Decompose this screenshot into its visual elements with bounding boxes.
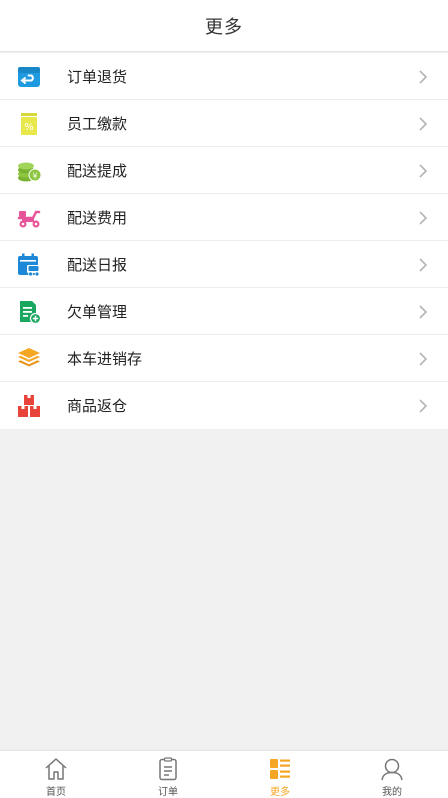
- tab-orders[interactable]: 订单: [112, 751, 224, 798]
- menu-item-label: 商品返仓: [67, 397, 128, 415]
- coins-icon: ¥: [16, 158, 42, 184]
- tab-mine[interactable]: 我的: [336, 751, 448, 798]
- menu-item-delivery-daily[interactable]: 配送日报: [0, 241, 448, 288]
- tab-label: 首页: [46, 787, 66, 798]
- chevron-right-icon: [419, 211, 428, 225]
- tab-label: 更多: [270, 787, 290, 798]
- menu-item-employee-payment[interactable]: % 员工缴款: [0, 100, 448, 147]
- order-return-icon: [16, 64, 42, 90]
- tab-home[interactable]: 首页: [0, 751, 112, 798]
- menu-item-delivery-commission[interactable]: ¥ 配送提成: [0, 147, 448, 194]
- svg-text:¥: ¥: [32, 172, 37, 181]
- scooter-icon: [16, 205, 42, 231]
- tab-more[interactable]: 更多: [224, 751, 336, 798]
- menu-item-goods-return-warehouse[interactable]: 商品返仓: [0, 382, 448, 429]
- menu-item-label: 员工缴款: [67, 114, 128, 133]
- menu-item-label: 订单退货: [67, 67, 128, 86]
- chevron-right-icon: [419, 352, 428, 366]
- menu-item-label: 欠单管理: [67, 302, 128, 321]
- document-add-icon: [16, 299, 42, 325]
- user-icon: [381, 758, 403, 781]
- chevron-right-icon: [419, 305, 428, 319]
- menu-item-label: 配送费用: [67, 208, 128, 227]
- home-icon: [45, 758, 67, 780]
- chevron-right-icon: [419, 399, 428, 413]
- bottom-tab-bar: 首页 订单 更多 我的: [0, 750, 448, 798]
- chevron-right-icon: [419, 164, 428, 178]
- boxes-icon: [16, 393, 42, 419]
- menu-item-vehicle-inventory[interactable]: 本车进销存: [0, 335, 448, 382]
- menu-item-label: 本车进销存: [67, 349, 143, 368]
- menu-item-debt-management[interactable]: 欠单管理: [0, 288, 448, 335]
- tab-label: 订单: [158, 787, 178, 798]
- chevron-right-icon: [419, 117, 428, 131]
- more-grid-icon: [270, 759, 290, 779]
- clipboard-icon: [159, 757, 177, 781]
- menu-list: 订单退货 % 员工缴款 ¥ 配送提成 配送费用 配送日报 欠单管理 本车进销存 …: [0, 53, 448, 429]
- svg-text:%: %: [24, 122, 34, 133]
- menu-item-order-return[interactable]: 订单退货: [0, 53, 448, 100]
- layers-icon: [16, 346, 42, 372]
- employee-payment-icon: %: [16, 111, 42, 137]
- page-title: 更多: [205, 16, 243, 38]
- chevron-right-icon: [419, 70, 428, 84]
- menu-item-delivery-cost[interactable]: 配送费用: [0, 194, 448, 241]
- app-screen: 更多 订单退货 % 员工缴款 ¥ 配送提成 配送费用 配送日报 欠单管理 本车进…: [0, 0, 448, 798]
- tab-label: 我的: [382, 787, 402, 798]
- menu-item-label: 配送日报: [67, 255, 128, 274]
- calendar-truck-icon: [16, 252, 42, 278]
- header-bar: 更多: [0, 0, 448, 52]
- menu-item-label: 配送提成: [67, 161, 128, 180]
- chevron-right-icon: [419, 258, 428, 272]
